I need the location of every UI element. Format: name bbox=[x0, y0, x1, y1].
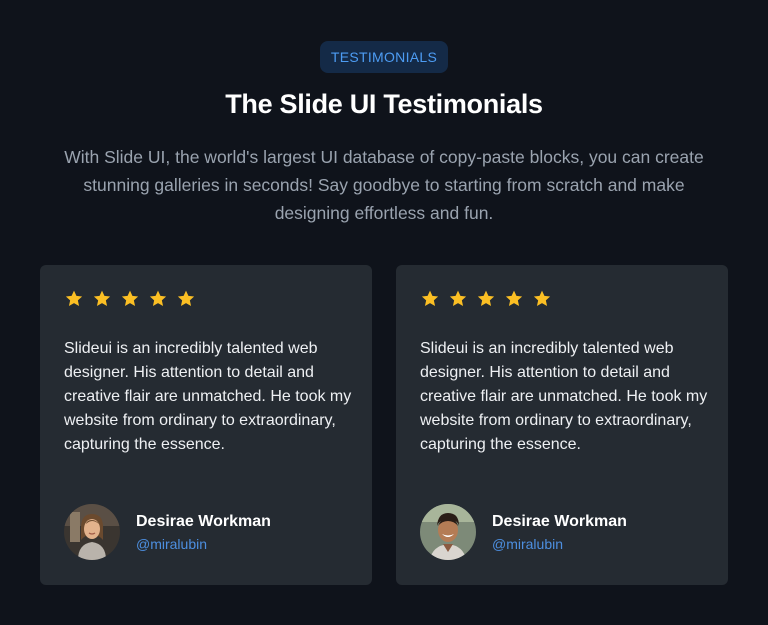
star-icon bbox=[121, 290, 139, 306]
section-subtitle: With Slide UI, the world's largest UI da… bbox=[64, 147, 704, 223]
star-icon bbox=[177, 290, 195, 306]
avatar bbox=[64, 504, 120, 560]
star-icon bbox=[93, 290, 111, 306]
star-rating bbox=[64, 289, 196, 309]
testimonial-card: Slideui is an incredibly talented web de… bbox=[40, 265, 372, 585]
section-title: The Slide UI Testimonials bbox=[225, 89, 543, 119]
star-icon bbox=[505, 290, 523, 306]
testimonial-quote: Slideui is an incredibly talented web de… bbox=[420, 340, 708, 453]
testimonial-quote: Slideui is an incredibly talented web de… bbox=[64, 340, 352, 453]
star-rating bbox=[420, 289, 552, 309]
star-icon bbox=[149, 290, 167, 306]
author-handle[interactable]: @miralubin bbox=[492, 536, 627, 552]
star-icon bbox=[449, 290, 467, 306]
star-icon bbox=[421, 290, 439, 306]
testimonial-author: Desirae Workman @miralubin bbox=[64, 504, 271, 560]
author-name: Desirae Workman bbox=[136, 512, 271, 530]
testimonial-card: Slideui is an incredibly talented web de… bbox=[396, 265, 728, 585]
section-badge: TESTIMONIALS bbox=[320, 41, 448, 73]
star-icon bbox=[65, 290, 83, 306]
avatar bbox=[420, 504, 476, 560]
testimonials-section: TESTIMONIALS The Slide UI Testimonials W… bbox=[0, 0, 768, 625]
author-handle[interactable]: @miralubin bbox=[136, 536, 271, 552]
star-icon bbox=[477, 290, 495, 306]
testimonial-author: Desirae Workman @miralubin bbox=[420, 504, 627, 560]
star-icon bbox=[533, 290, 551, 306]
author-name: Desirae Workman bbox=[492, 512, 627, 530]
